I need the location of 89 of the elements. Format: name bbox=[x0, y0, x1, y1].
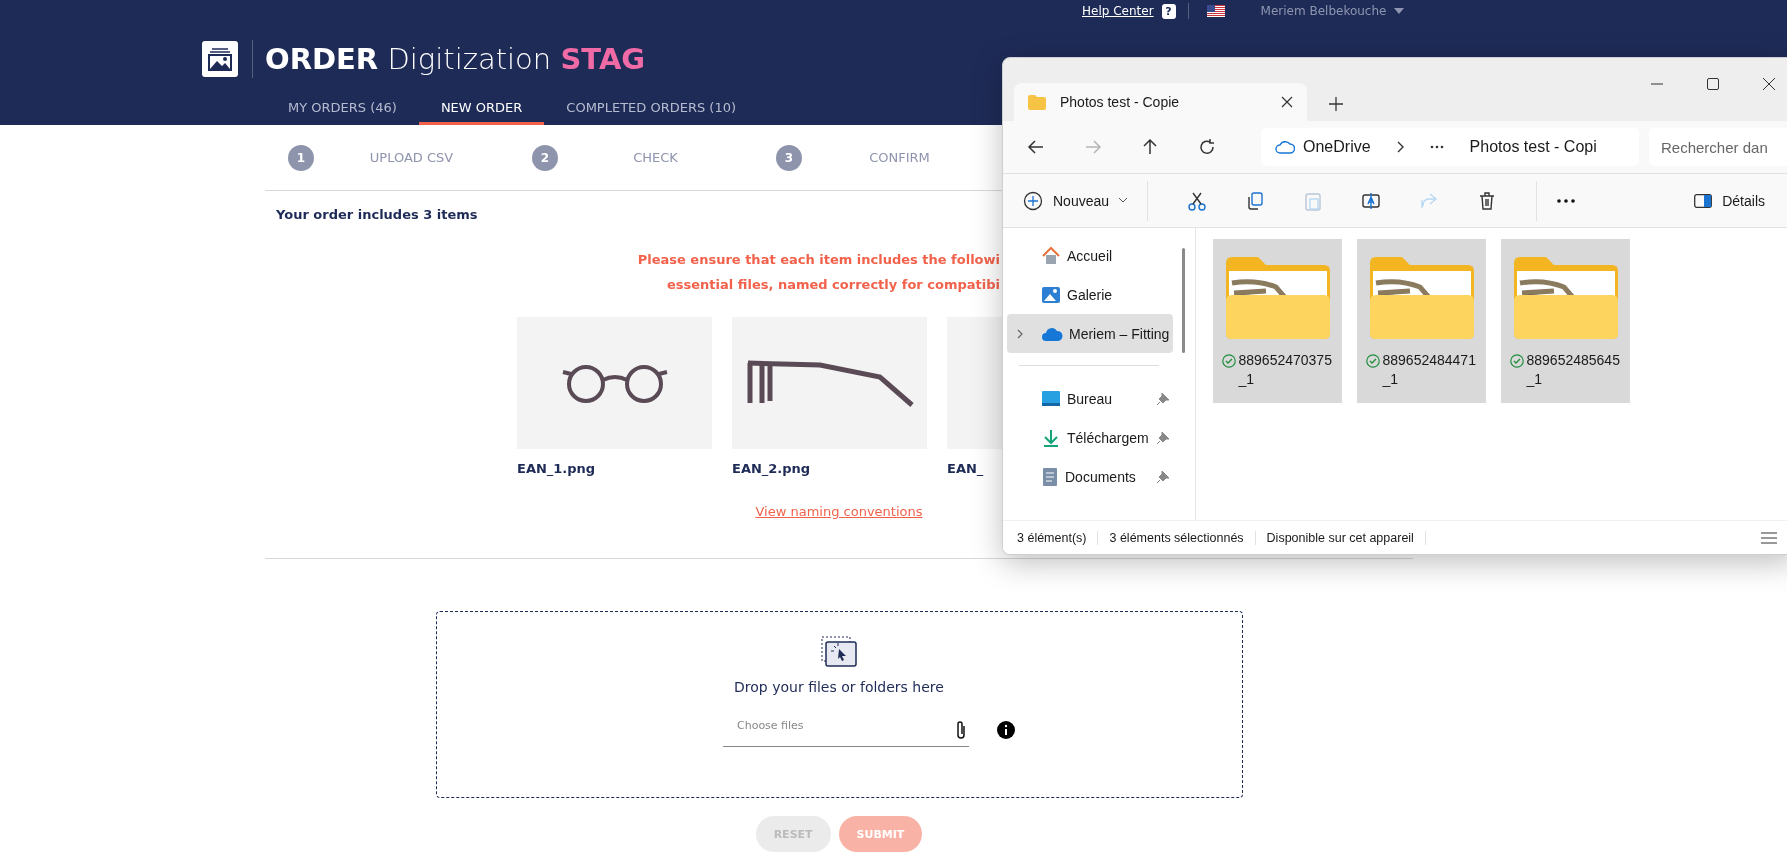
folder-item[interactable]: 889652484471_1 bbox=[1357, 239, 1486, 403]
sidebar-item[interactable]: Bureau bbox=[1007, 379, 1173, 418]
file-name: EAN_1.png bbox=[517, 461, 597, 476]
step-number: 2 bbox=[532, 144, 558, 171]
explorer-tab[interactable]: Photos test - Copie bbox=[1014, 83, 1307, 121]
sidebar-item[interactable]: Téléchargem bbox=[1007, 418, 1173, 457]
status-text: 3 éléments sélectionnés bbox=[1109, 530, 1256, 545]
details-button[interactable]: Détails bbox=[1688, 191, 1771, 210]
new-button[interactable]: Nouveau bbox=[1023, 190, 1128, 211]
gallery-icon bbox=[1041, 284, 1061, 305]
step-label: CHECK bbox=[632, 150, 679, 165]
cloud-icon bbox=[1275, 140, 1295, 154]
back-icon[interactable] bbox=[1027, 138, 1045, 156]
logo-icon bbox=[202, 41, 238, 77]
close-icon[interactable] bbox=[1763, 78, 1775, 90]
folder-name: 889652470375_1 bbox=[1238, 351, 1333, 389]
folder-name: 889652485645_1 bbox=[1526, 351, 1621, 389]
sidebar-label: Documents bbox=[1065, 468, 1136, 485]
sidebar-label: Galerie bbox=[1067, 286, 1113, 303]
help-center-link[interactable]: Help Center bbox=[1082, 4, 1154, 18]
help-badge[interactable]: ? bbox=[1161, 3, 1176, 19]
step-label: CONFIRM bbox=[868, 150, 931, 165]
chevron-icon[interactable] bbox=[1017, 328, 1023, 339]
nav-tab[interactable]: NEW ORDER bbox=[418, 93, 545, 125]
folder-icon bbox=[1513, 257, 1618, 339]
chevron-icon bbox=[1396, 141, 1404, 153]
plus-circle-icon bbox=[1023, 190, 1043, 211]
status-text: Disponible sur cet appareil bbox=[1266, 530, 1426, 545]
caret-icon[interactable] bbox=[1394, 8, 1405, 14]
scissors-icon[interactable] bbox=[1187, 190, 1208, 211]
breadcrumb-item[interactable]: Photos test - Copi bbox=[1469, 138, 1597, 156]
sidebar-label: Téléchargem bbox=[1067, 429, 1149, 446]
pin-icon[interactable] bbox=[1157, 392, 1169, 405]
sidebar-item[interactable]: Accueil bbox=[1007, 236, 1173, 275]
maximize-icon[interactable] bbox=[1707, 78, 1719, 90]
paperclip-icon[interactable] bbox=[955, 720, 967, 740]
breadcrumb-item[interactable]: OneDrive bbox=[1303, 138, 1371, 156]
app-title: ORDER Digitization STAG bbox=[265, 42, 646, 76]
drop-title: Drop your files or folders here bbox=[734, 679, 944, 695]
choose-files-field[interactable]: Choose files bbox=[723, 713, 969, 747]
tab-title: Photos test - Copie bbox=[1060, 94, 1181, 110]
add-tab-icon[interactable] bbox=[1329, 97, 1343, 111]
search-field[interactable]: Rechercher dan bbox=[1649, 128, 1787, 166]
cloud-icon bbox=[1041, 325, 1063, 342]
folder-icon bbox=[1028, 94, 1046, 110]
step-number: 3 bbox=[776, 144, 802, 171]
more-icon[interactable] bbox=[1557, 198, 1576, 203]
pin-icon[interactable] bbox=[1157, 431, 1169, 444]
step-number: 1 bbox=[288, 144, 314, 171]
drop-zone[interactable]: Drop your files or folders here Choose files bbox=[435, 611, 1243, 798]
download-icon bbox=[1041, 427, 1061, 448]
document-icon bbox=[1041, 466, 1059, 487]
home-icon bbox=[1041, 245, 1061, 266]
sidebar-item[interactable]: Documents bbox=[1007, 457, 1173, 496]
up-arrow-icon[interactable] bbox=[1141, 138, 1159, 156]
file-name: EAN_2.png bbox=[732, 461, 812, 476]
drop-icon bbox=[821, 636, 857, 667]
order-summary: Your order includes 3 items bbox=[276, 206, 479, 224]
sidebar-label: Bureau bbox=[1067, 390, 1113, 407]
sidebar-item[interactable]: Meriem – Fitting bbox=[1007, 314, 1173, 353]
nav-tab[interactable]: MY ORDERS (46) bbox=[266, 93, 419, 125]
file-name: EAN_ bbox=[947, 461, 985, 476]
user-name[interactable]: Meriem Belbekouche bbox=[1260, 4, 1387, 18]
copy-icon[interactable] bbox=[1245, 190, 1266, 211]
more-icon[interactable] bbox=[1429, 145, 1444, 149]
folder-item[interactable]: 889652470375_1 bbox=[1213, 239, 1342, 403]
folder-icon bbox=[1225, 257, 1330, 339]
sidebar-label: Meriem – Fitting bbox=[1069, 325, 1170, 342]
folder-icon bbox=[1369, 257, 1474, 339]
step-label: UPLOAD CSV bbox=[368, 150, 455, 165]
flag-icon[interactable] bbox=[1206, 5, 1225, 17]
sidebar-item[interactable]: Galerie bbox=[1007, 275, 1173, 314]
folder-name: 889652484471_1 bbox=[1382, 351, 1477, 389]
nav-tab[interactable]: COMPLETED ORDERS (10) bbox=[544, 93, 759, 125]
notice-text: Please ensure that each item includes the followi bbox=[636, 251, 1000, 269]
desktop-icon bbox=[1041, 389, 1061, 408]
list-view-icon[interactable] bbox=[1761, 530, 1777, 545]
sidebar-label: Accueil bbox=[1067, 247, 1113, 264]
pin-icon[interactable] bbox=[1157, 470, 1169, 483]
caret-icon bbox=[1119, 198, 1128, 203]
folder-item[interactable]: 889652485645_1 bbox=[1501, 239, 1630, 403]
details-pane-icon bbox=[1694, 193, 1713, 208]
address-bar[interactable]: OneDrive Photos test - Copi bbox=[1261, 128, 1639, 166]
rename-icon[interactable] bbox=[1361, 190, 1382, 211]
status-text: 3 élément(s) bbox=[1017, 530, 1099, 545]
refresh-icon[interactable] bbox=[1198, 138, 1216, 156]
notice-text: essential files, named correctly for compatibi bbox=[666, 276, 1000, 294]
close-icon[interactable] bbox=[1281, 96, 1293, 108]
info-icon[interactable] bbox=[997, 721, 1015, 739]
